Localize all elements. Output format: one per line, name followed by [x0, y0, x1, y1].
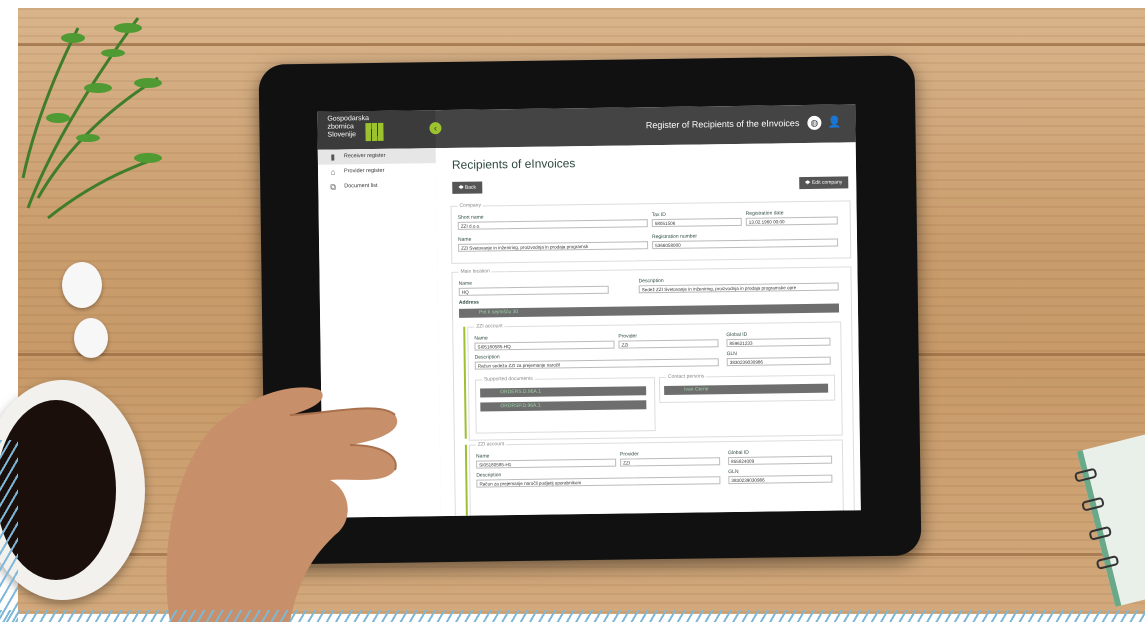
account-legend: ZZI account [475, 441, 507, 448]
accent-bar [463, 326, 467, 439]
back-label: Back [464, 184, 477, 191]
provider-field[interactable]: ZZI [620, 457, 721, 467]
sidebar-item-document-list[interactable]: ⧉ Document list [318, 178, 436, 195]
hand-image [166, 387, 398, 622]
account-legend: ZZI account [474, 323, 505, 330]
company-name-field[interactable]: ZZI Svetovanje in inženiring, proizvodnj… [458, 241, 649, 252]
location-legend: Main location [458, 268, 492, 275]
edit-company-button[interactable]: 🡆 Edit company [799, 176, 849, 190]
logo-grid-icon [365, 122, 384, 142]
global-id-field[interactable]: 855624009 [728, 455, 833, 466]
provider-label: Provider [618, 333, 638, 340]
supported-documents-fieldset: Supported documents ORDERS.D.96A.1 ORDRS… [474, 375, 656, 434]
reg-number-field[interactable]: 5366058000 [652, 238, 839, 250]
tax-id-label: Tax ID [651, 211, 666, 219]
user-icon[interactable]: 👤 [828, 115, 842, 129]
account-desc-label: Description [476, 472, 502, 479]
account-desc-field[interactable]: Račun za prejemanje naročil podjetij upo… [476, 476, 721, 488]
edit-label: Edit company [811, 179, 843, 186]
sidebar-item-provider-register[interactable]: ⌂ Provider register [318, 163, 436, 180]
sidebar-item-receiver-register[interactable]: ▮ Receiver register [317, 148, 436, 165]
sidebar-item-label: Provider register [343, 167, 385, 175]
plank-seam [18, 43, 1145, 46]
app-title: Register of Recipients of the eInvoices [645, 118, 800, 131]
provider-label: Provider [619, 451, 639, 458]
plant-image [21, 17, 162, 220]
global-id-field[interactable]: 859621233 [726, 337, 831, 348]
contact-persons-fieldset: Contact persons Ivan Cerne [658, 373, 836, 404]
main-content: Recipients of eInvoices 🡄 Back 🡆 Edit co… [435, 142, 861, 517]
address-label: Address [458, 299, 479, 306]
location-name-label: Name [458, 280, 473, 287]
address-item[interactable]: Pot k sejmišču 30 [458, 303, 840, 318]
contact-legend: Contact persons [665, 373, 707, 380]
tax-id-field[interactable]: 58051506 [651, 217, 742, 228]
sidebar-item-label: Document list [344, 182, 378, 190]
logo-text: Gospodarska zbornica Slovenije [327, 115, 369, 140]
document-item[interactable]: ORDERS.D.96A.1 [480, 386, 647, 398]
location-desc-field[interactable]: Sedež ZZI Svetovanje in inženiring, proi… [638, 282, 839, 294]
location-name-field[interactable]: HQ [458, 285, 609, 296]
reg-number-label: Registration number [651, 233, 698, 241]
collapse-sidebar-icon[interactable]: ‹ [429, 122, 442, 135]
book-icon: ▮ [330, 152, 336, 162]
logo[interactable]: Gospodarska zbornica Slovenije [317, 110, 436, 150]
back-button[interactable]: 🡄 Back [452, 181, 483, 194]
zzi-account-fieldset: ZZI account Name SI05180585-H1 Provider … [468, 439, 844, 517]
account-desc-label: Description [474, 354, 500, 361]
decorative-stripe [0, 610, 1145, 622]
globe-icon[interactable]: ◍ [807, 115, 822, 130]
reg-date-label: Registration date [745, 210, 784, 217]
page-title: Recipients of eInvoices [451, 156, 576, 172]
bank-icon: ⌂ [330, 167, 336, 177]
account-name-field[interactable]: SI05180585-H1 [476, 458, 617, 469]
documents-icon: ⧉ [330, 182, 337, 192]
decorative-stripe [0, 440, 18, 622]
account-desc-field[interactable]: Račun sedeža ZZI za prejemanje naročil [474, 358, 719, 370]
account-name-label: Name [474, 335, 488, 342]
earbud-image [74, 318, 108, 358]
contact-item[interactable]: Ivan Cerne [664, 383, 829, 395]
short-name-label: Short name [457, 214, 484, 221]
company-fieldset: Company Short name ZZI d.o.o. Tax ID 580… [450, 200, 852, 264]
provider-field[interactable]: ZZI [618, 339, 719, 349]
gln-label: GLN [728, 468, 739, 476]
sidebar-item-label: Receiver register [343, 152, 386, 160]
zzi-account-fieldset: ZZI account Name SI05180585-HQ Provider … [467, 321, 843, 441]
supported-legend: Supported documents [481, 375, 535, 383]
short-name-field[interactable]: ZZI d.o.o. [457, 219, 648, 230]
global-id-label: Global ID [726, 331, 748, 339]
document-item[interactable]: ORDRSP.D.96A.1 [480, 400, 647, 412]
company-legend: Company [457, 202, 483, 209]
company-name-label: Name [457, 236, 472, 243]
global-id-label: Global ID [727, 449, 749, 457]
gln-field[interactable]: 3830239030986 [728, 474, 833, 485]
account-name-label: Name [475, 453, 490, 460]
gln-label: GLN [726, 350, 737, 358]
account-name-field[interactable]: SI05180585-HQ [474, 340, 615, 351]
accent-bar [464, 444, 468, 517]
gln-field[interactable]: 3830239030986 [726, 356, 831, 367]
logo-line: Slovenije [327, 131, 357, 139]
reg-date-field[interactable]: 13.02.1960 00:00 [745, 216, 838, 226]
location-desc-label: Description [638, 277, 664, 285]
earbud-image [62, 262, 102, 308]
main-location-fieldset: Main location Name HQ Description Sedež … [451, 266, 855, 517]
